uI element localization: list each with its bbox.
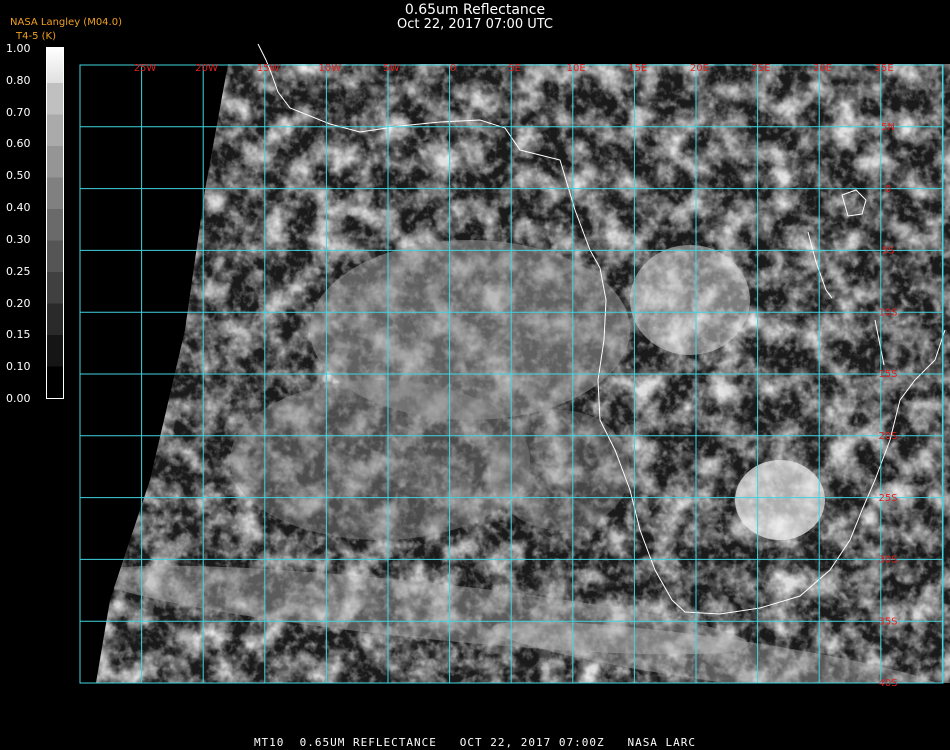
longitude-label: 35E [875, 63, 894, 74]
colorbar-tick-label: 0.30 [6, 232, 31, 246]
colorbar-tick-label: 0.10 [6, 360, 31, 374]
longitude-label: 10W [318, 63, 341, 74]
latitude-label: 20S [878, 431, 897, 442]
longitude-label: 0 [450, 63, 456, 74]
longitude-label: 30E [813, 63, 832, 74]
colorbar-tick-label: 0.70 [6, 105, 31, 119]
colorbar-tick-label: 0.50 [6, 169, 31, 183]
latitude-label: 30S [878, 555, 897, 566]
longitude-label: 25E [751, 63, 770, 74]
longitude-label: 5W [383, 63, 399, 74]
colorbar-tick-label: 0.80 [6, 73, 31, 87]
latitude-label: 15S [878, 369, 897, 380]
longitude-label: 20W [195, 63, 218, 74]
footer-caption: MT10 0.65UM REFLECTANCE OCT 22, 2017 07:… [253, 736, 697, 749]
longitude-label: 5E [508, 63, 521, 74]
latitude-label: 35S [878, 616, 897, 627]
imagery-layer [96, 64, 950, 683]
longitude-label: 15E [628, 63, 647, 74]
colorbar-tick-label: 0.20 [6, 296, 31, 310]
latitude-label: 0 [885, 184, 891, 195]
colorbar-tick-label: 0.25 [6, 264, 31, 278]
colorbar-tick-label: 0.00 [6, 392, 31, 405]
longitude-label: 20E [690, 63, 709, 74]
colorbar-tick-label: 0.15 [6, 328, 31, 342]
satellite-map: 25W 20W 15W 10W 5W 0 5E 10E 15E 20E 25E 30E 35E 5N 0 5… [79, 43, 950, 689]
page-title: 0.65um Reflectance [404, 2, 546, 18]
longitude-label: 15W [257, 63, 280, 74]
legend-source-label: NASA Langley (M04.0) [10, 17, 122, 28]
page-subtitle: Oct 22, 2017 07:00 UTC [397, 17, 553, 32]
latitude-label: 5S [882, 246, 895, 257]
colorbar-tick-label: 1.00 [6, 42, 31, 55]
legend-product-label: T4-5 (K) [16, 31, 56, 42]
latitude-label: 40S [878, 678, 897, 689]
colorbar-tick-label: 0.40 [6, 201, 31, 215]
latitude-label: 10S [878, 307, 897, 318]
colorbar [46, 47, 64, 399]
colorbar-tick-label: 0.60 [6, 137, 31, 151]
latitude-label: 5N [881, 122, 895, 133]
longitude-label: 10E [567, 63, 586, 74]
longitude-label: 25W [134, 63, 157, 74]
latitude-label: 25S [878, 493, 897, 504]
